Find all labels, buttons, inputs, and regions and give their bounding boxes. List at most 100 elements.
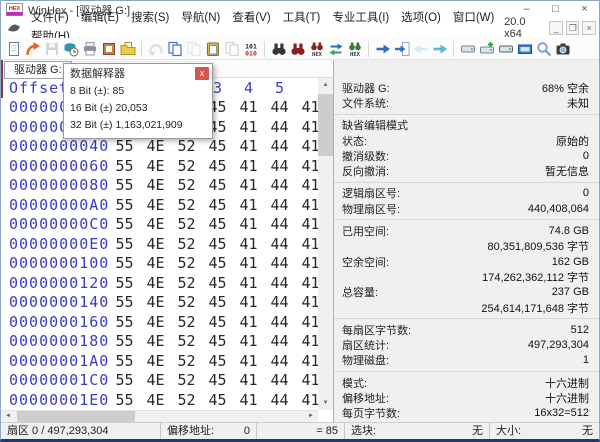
hex-byte-cell[interactable]: 52 (171, 332, 202, 352)
hex-byte-cell[interactable]: 44 (264, 98, 295, 118)
hex-byte-cell[interactable]: 45 (202, 391, 233, 411)
hex-byte-cell[interactable]: 55 (109, 371, 140, 391)
hex-byte-cell[interactable]: 44 (264, 371, 295, 391)
replace-text-button[interactable] (326, 39, 345, 59)
hex-byte-cell[interactable]: 41 (233, 118, 264, 138)
hex-byte-cell[interactable]: 4E (140, 352, 171, 372)
hex-byte-cell[interactable]: 52 (171, 196, 202, 216)
hex-byte-cell[interactable]: 44 (264, 176, 295, 196)
hex-byte-cell[interactable]: 44 (264, 137, 295, 157)
hex-byte-cell[interactable]: 55 (109, 215, 140, 235)
hex-byte-cell[interactable]: 45 (202, 157, 233, 177)
replace-hex-button[interactable]: HEX (345, 39, 364, 59)
menu-item-2[interactable]: 搜索(S) (125, 12, 175, 24)
menu-item-8[interactable]: 窗口(W) (447, 12, 501, 24)
open-disk-button[interactable] (458, 39, 477, 59)
hex-byte-cell[interactable]: 45 (202, 215, 233, 235)
hex-byte-cell[interactable]: 4E (140, 215, 171, 235)
menu-item-5[interactable]: 工具(T) (277, 12, 327, 24)
forward-button[interactable] (430, 39, 449, 59)
paste-button[interactable] (203, 39, 222, 59)
hex-byte-cell[interactable]: 44 (264, 391, 295, 411)
hex-byte-cell[interactable]: 4E (140, 235, 171, 255)
hex-byte-cell[interactable]: 41 (233, 293, 264, 313)
hex-byte-cell[interactable]: 52 (171, 352, 202, 372)
scroll-down-icon[interactable]: ▼ (318, 396, 333, 410)
hex-byte-cell[interactable]: 4E (140, 371, 171, 391)
hex-byte-cell[interactable]: 41 (233, 196, 264, 216)
hex-byte-cell[interactable]: 4E (140, 293, 171, 313)
copy-button[interactable] (165, 39, 184, 59)
hex-byte-cell[interactable]: 55 (109, 352, 140, 372)
preview-button[interactable] (534, 39, 553, 59)
hex-byte-cell[interactable]: 55 (109, 391, 140, 411)
menu-item-3[interactable]: 导航(N) (175, 12, 226, 24)
vertical-scrollbar[interactable]: ▲ ▼ (318, 78, 333, 410)
hex-byte-cell[interactable]: 55 (109, 274, 140, 294)
hex-byte-cell[interactable]: 45 (202, 371, 233, 391)
hex-byte-cell[interactable]: 41 (233, 235, 264, 255)
hex-byte-cell[interactable]: 41 (233, 137, 264, 157)
mdi-minimize-button[interactable]: _ (549, 21, 563, 35)
open-file-button[interactable] (23, 39, 42, 59)
hex-byte-cell[interactable]: 41 (233, 176, 264, 196)
hex-byte-cell[interactable]: 44 (264, 293, 295, 313)
scroll-up-icon[interactable]: ▲ (318, 78, 333, 92)
hex-byte-cell[interactable]: 44 (264, 254, 295, 274)
find-hex-button[interactable]: HEX (307, 39, 326, 59)
hex-byte-cell[interactable]: 52 (171, 215, 202, 235)
hex-byte-cell[interactable]: 55 (109, 157, 140, 177)
hex-byte-cell[interactable]: 55 (109, 254, 140, 274)
menu-item-0[interactable]: 文件(F) (25, 12, 75, 24)
hex-byte-cell[interactable]: 45 (202, 137, 233, 157)
hex-byte-cell[interactable]: 4E (140, 254, 171, 274)
hex-byte-cell[interactable]: 55 (109, 332, 140, 352)
hex-byte-cell[interactable]: 4E (140, 391, 171, 411)
hex-byte-cell[interactable]: 41 (233, 332, 264, 352)
hex-byte-cell[interactable]: 4E (140, 137, 171, 157)
hex-byte-cell[interactable]: 55 (109, 176, 140, 196)
vertical-scroll-thumb[interactable] (318, 94, 333, 156)
hex-byte-cell[interactable]: 45 (202, 235, 233, 255)
mdi-close-button[interactable]: × (582, 21, 596, 35)
properties-button[interactable] (99, 39, 118, 59)
goto-offset-button[interactable] (373, 39, 392, 59)
hex-byte-cell[interactable]: 44 (264, 274, 295, 294)
horizontal-scrollbar[interactable]: ◄ ► (1, 410, 318, 422)
clone-disk-button[interactable] (477, 39, 496, 59)
new-file-button[interactable] (4, 39, 23, 59)
import-button[interactable] (118, 39, 137, 59)
hex-byte-cell[interactable]: 44 (264, 196, 295, 216)
tab-drive-g[interactable]: 驱动器 G: (4, 61, 72, 79)
hex-byte-cell[interactable]: 41 (233, 254, 264, 274)
hex-byte-cell[interactable]: 52 (171, 313, 202, 333)
hex-byte-cell[interactable]: 4E (140, 196, 171, 216)
screenshot-button[interactable] (553, 39, 572, 59)
hex-byte-cell[interactable]: 41 (233, 391, 264, 411)
hex-byte-cell[interactable]: 55 (109, 196, 140, 216)
hex-byte-cell[interactable]: 45 (202, 176, 233, 196)
hex-byte-cell[interactable]: 4E (140, 157, 171, 177)
disk-image-button[interactable] (496, 39, 515, 59)
menu-item-7[interactable]: 选项(O) (395, 12, 447, 24)
hex-byte-cell[interactable]: 41 (233, 215, 264, 235)
hex-byte-cell[interactable]: 55 (109, 235, 140, 255)
hex-byte-cell[interactable]: 41 (233, 157, 264, 177)
mdi-restore-button[interactable]: ❐ (566, 21, 580, 35)
hex-byte-cell[interactable]: 44 (264, 215, 295, 235)
hex-byte-cell[interactable]: 4E (140, 313, 171, 333)
hex-byte-cell[interactable]: 44 (264, 157, 295, 177)
hex-byte-cell[interactable]: 44 (264, 118, 295, 138)
hex-byte-cell[interactable]: 41 (233, 274, 264, 294)
find-again-button[interactable] (288, 39, 307, 59)
hex-byte-cell[interactable]: 45 (202, 313, 233, 333)
backup-button[interactable] (61, 39, 80, 59)
hex-byte-cell[interactable]: 55 (109, 137, 140, 157)
popup-title-bar[interactable]: 数据解释器 x (64, 64, 212, 81)
hex-byte-cell[interactable]: 4E (140, 332, 171, 352)
hex-byte-cell[interactable]: 41 (233, 313, 264, 333)
hex-byte-cell[interactable]: 52 (171, 157, 202, 177)
hex-byte-cell[interactable]: 55 (109, 293, 140, 313)
ram-editor-button[interactable] (515, 39, 534, 59)
hex-byte-cell[interactable]: 45 (202, 332, 233, 352)
